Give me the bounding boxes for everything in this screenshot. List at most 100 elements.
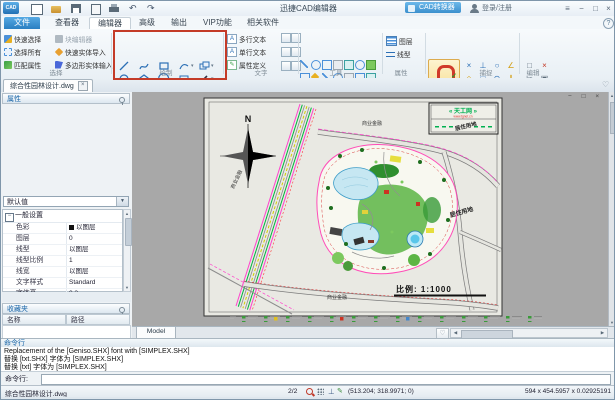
maximize-icon[interactable]: □	[589, 3, 602, 14]
properties-group: 图层 线型	[386, 34, 413, 60]
park-area	[317, 145, 457, 274]
command-input[interactable]	[41, 374, 611, 385]
quick-select-icon	[4, 35, 12, 43]
pin-icon[interactable]	[119, 97, 125, 103]
select-group-col2: 块编辑器 快速实体导入 多边形实体输入	[55, 32, 113, 71]
favorite-heart-icon[interactable]: ♡	[602, 80, 609, 89]
title-bar: CAD ↶ ↷ 迅捷CAD编辑器 CAD转换器 登录/注册 ≡ − □ ×	[1, 1, 615, 17]
properties-table: − 一般设置 色彩以图层 图层0 线型以图层 线型比例1 线宽以图层 文字样式S…	[2, 209, 123, 292]
text-style-icon[interactable]	[281, 47, 291, 57]
property-row-color[interactable]: 色彩以图层	[3, 223, 122, 234]
status-page: 2/2	[288, 388, 297, 395]
document-window-controls[interactable]: − □ ×	[568, 93, 603, 100]
select-all-button[interactable]: 选择所有	[4, 45, 41, 58]
layers-button[interactable]: 图层	[386, 34, 413, 47]
document-tab-close-icon[interactable]: ×	[78, 81, 88, 91]
line-tool-icon[interactable]	[118, 59, 138, 72]
properties-section-header[interactable]: − 一般设置	[3, 210, 122, 223]
tab-editor[interactable]: 编辑器	[89, 17, 131, 29]
tools-group-label: 工具	[311, 67, 361, 77]
tool-icon[interactable]	[300, 60, 308, 68]
help-icon[interactable]: ?	[603, 18, 614, 29]
draft-pen-icon[interactable]: ✎	[337, 387, 343, 395]
layers-icon	[386, 36, 397, 46]
preset-dropdown[interactable]: 默认值 ▼	[3, 196, 129, 207]
entity-import-icon	[55, 47, 63, 55]
scroll-up-icon[interactable]: ▲	[124, 210, 130, 217]
quick-select-button[interactable]: 快速选择	[4, 32, 41, 45]
block-editor-button[interactable]: 块编辑器	[55, 32, 113, 45]
left-dock: 属性 默认值 ▼ − 一般设置 色彩以图层 图层0 线型以图层 线型比例1 线宽…	[1, 92, 133, 338]
tab-advanced[interactable]: 高级	[131, 17, 163, 28]
grid-toggle-icon[interactable]	[317, 388, 324, 395]
property-row-linetype[interactable]: 线型以图层	[3, 245, 122, 256]
document-tab[interactable]: 综合性园林设计.dwg ×	[3, 79, 93, 92]
scroll-thumb[interactable]	[125, 218, 132, 246]
favorites-column-name[interactable]: 名称	[2, 314, 66, 325]
draw-group-label: 绘制	[141, 67, 191, 77]
tab-vip[interactable]: VIP功能	[195, 17, 240, 28]
command-line-3: 替换 [txt] 字体为 [SIMPLEX.SHX]	[4, 364, 615, 372]
vertical-scrollbar[interactable]: ▲ ▼	[608, 92, 615, 326]
tab-related[interactable]: 相关软件	[239, 17, 287, 28]
scroll-up-icon[interactable]: ▲	[609, 92, 615, 99]
properties-panel-header[interactable]: 属性	[2, 93, 130, 104]
scroll-left-icon[interactable]: ◀	[451, 329, 460, 337]
property-row-textstyle[interactable]: 文字样式Standard	[3, 278, 122, 289]
titleblock-url: www.tgnet.cn	[454, 115, 473, 119]
property-row-lineweight[interactable]: 线宽以图层	[3, 267, 122, 278]
ribbon: 快速选择 选择所有 匹配属性 块编辑器 快速实体导入 多边形实体输入 选择	[1, 29, 615, 79]
copy-object-tool-icon[interactable]	[198, 59, 218, 72]
north-label: N	[245, 114, 252, 124]
menu-icon[interactable]: ≡	[561, 3, 574, 14]
tab-output[interactable]: 输出	[163, 17, 195, 28]
property-row-layer[interactable]: 图层0	[3, 234, 122, 245]
login-register-button[interactable]: 登录/注册	[471, 3, 512, 14]
multiline-text-button[interactable]: 多行文本	[227, 32, 266, 45]
status-dimensions: 594 x 454.5957 x 0.02925191	[525, 388, 611, 395]
zoom-search-icon[interactable]	[306, 388, 313, 395]
minimize-icon[interactable]: −	[575, 3, 588, 14]
horizontal-scrollbar[interactable]: ◀ ▶	[450, 328, 608, 338]
drawing-canvas[interactable]: N « 天工网 » www.tgnet.cn 居住用地 商业金融	[132, 92, 608, 326]
tool-icon[interactable]	[366, 60, 376, 70]
text-align-icon[interactable]	[291, 33, 301, 43]
command-prompt-label: 命令行:	[5, 374, 28, 384]
properties-group-label: 属性	[379, 67, 423, 77]
ortho-toggle-icon[interactable]: ⊥	[328, 387, 335, 396]
panel-splitter[interactable]	[2, 292, 131, 302]
scroll-down-icon[interactable]: ▼	[609, 319, 615, 326]
scale-bar	[394, 295, 486, 297]
favorites-panel-header[interactable]: 收藏夹	[2, 303, 130, 314]
scale-text: 比例: 1:1000	[396, 284, 452, 294]
collapse-icon[interactable]: −	[5, 213, 14, 222]
scroll-down-icon[interactable]: ▼	[124, 284, 130, 291]
edit-group-label: 编辑	[513, 67, 553, 77]
command-panel-header[interactable]: 命令行	[1, 338, 615, 347]
pin-icon[interactable]	[119, 307, 125, 313]
text-group: 多行文本 单行文本 属性定义	[227, 32, 266, 71]
quick-entity-import-button[interactable]: 快速实体导入	[55, 45, 113, 58]
linetype-icon	[386, 50, 395, 58]
scroll-right-icon[interactable]: ▶	[598, 329, 607, 337]
favorites-column-path[interactable]: 路径	[66, 314, 130, 325]
app-title: 迅捷CAD编辑器	[1, 3, 615, 14]
scroll-thumb[interactable]	[610, 102, 615, 134]
tab-file[interactable]: 文件	[4, 17, 40, 29]
divider	[425, 33, 426, 74]
property-row-ltscale[interactable]: 线型比例1	[3, 256, 122, 267]
cad-editor-window: CAD ↶ ↷ 迅捷CAD编辑器 CAD转换器 登录/注册 ≡ − □ × 文件…	[0, 0, 615, 400]
text-frame-icon[interactable]	[291, 47, 301, 57]
properties-scrollbar[interactable]: ▲ ▼	[123, 209, 131, 292]
linetype-button[interactable]: 线型	[386, 47, 413, 60]
command-line-2: 替换 [txt.SHX] 字体为 [SIMPLEX.SHX]	[4, 356, 615, 364]
close-icon[interactable]: ×	[602, 3, 615, 14]
text-find-icon[interactable]	[281, 33, 291, 43]
chevron-down-icon[interactable]: ▼	[116, 197, 128, 206]
document-tab-title: 综合性园林设计.dwg	[10, 81, 74, 91]
menu-bar: 文件 查看器 编辑器 高级 输出 VIP功能 相关软件 ?	[1, 16, 615, 30]
singleline-text-button[interactable]: 单行文本	[227, 45, 266, 58]
tab-viewer[interactable]: 查看器	[47, 17, 87, 28]
status-coordinates: (513.204; 318.9971; 0)	[348, 388, 414, 395]
cad-converter-badge[interactable]: CAD转换器	[405, 2, 461, 13]
